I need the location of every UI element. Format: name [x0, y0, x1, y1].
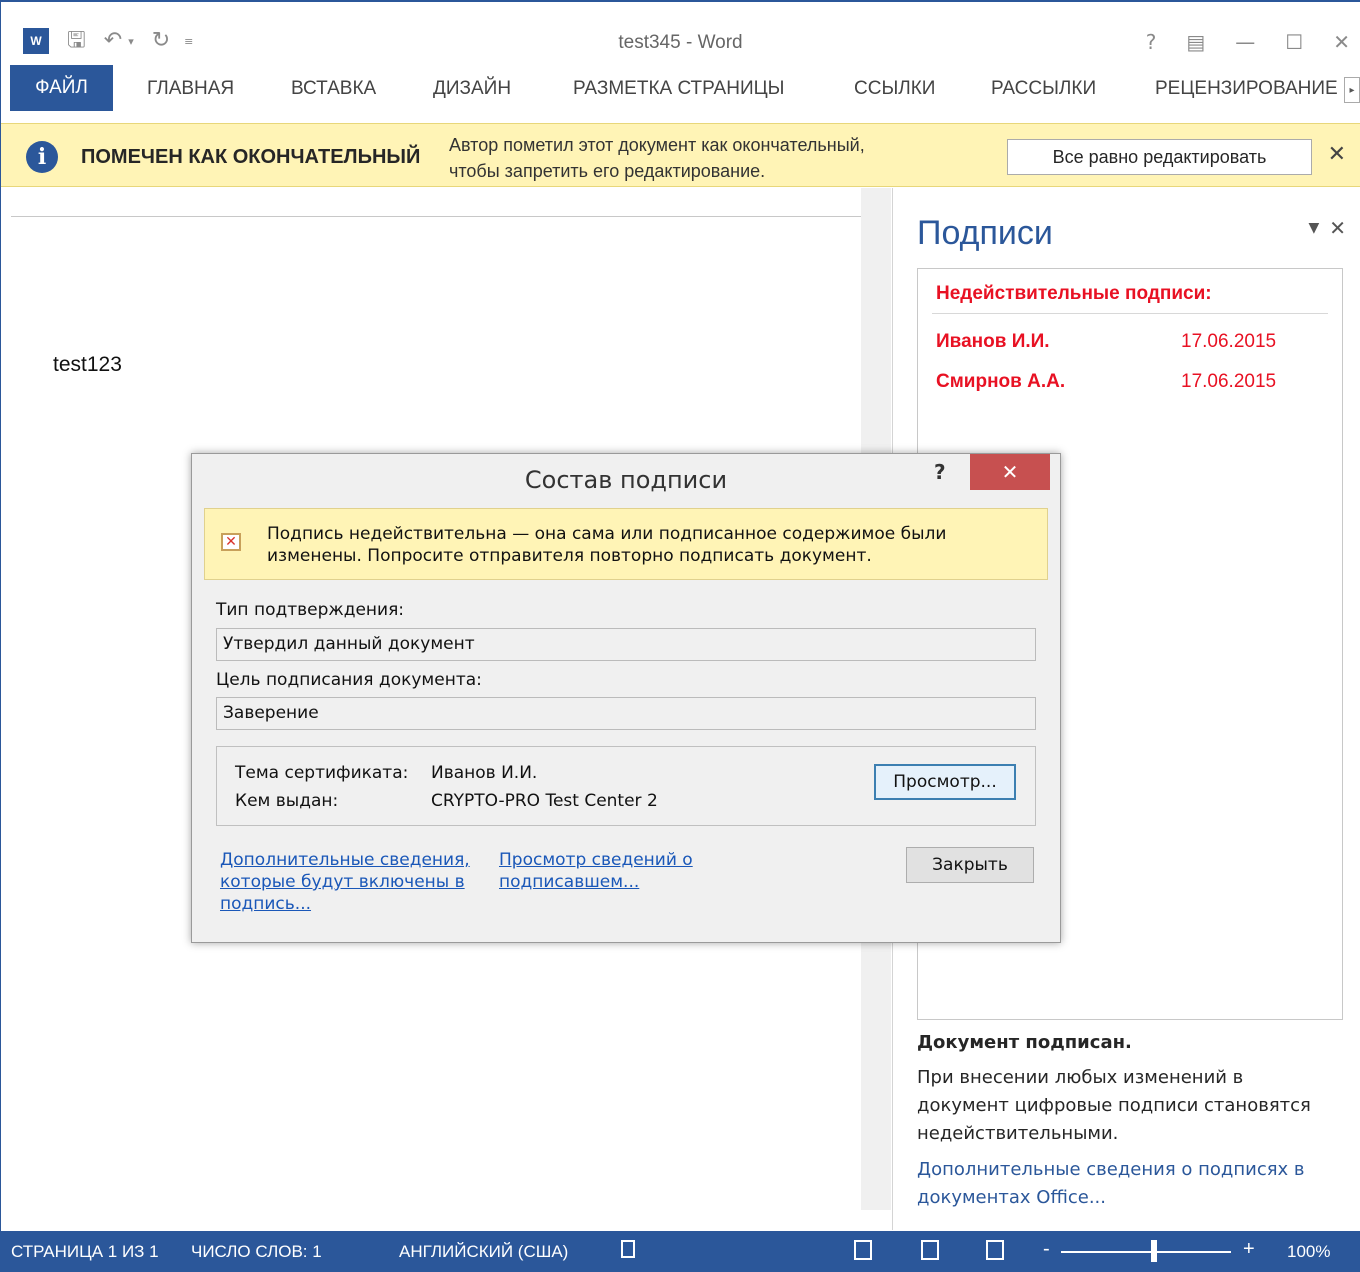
pane-options-icon[interactable]: ▼	[1308, 220, 1319, 240]
close-button[interactable]: Закрыть	[906, 847, 1034, 883]
signature-details-dialog: Состав подписи ? ✕ ✕ Подпись недействите…	[191, 453, 1061, 943]
message-bar: i ПОМЕЧЕН КАК ОКОНЧАТЕЛЬНЫЙ Автор помети…	[1, 123, 1360, 187]
message-bar-close-icon[interactable]: ✕	[1328, 142, 1346, 167]
view-certificate-button[interactable]: Просмотр...	[874, 764, 1016, 800]
commitment-type-label: Тип подтверждения:	[216, 600, 405, 620]
message-bar-text: Автор пометил этот документ как окончате…	[449, 132, 969, 184]
tab-insert[interactable]: ВСТАВКА	[291, 65, 376, 113]
read-mode-icon[interactable]	[854, 1240, 872, 1260]
message-bar-text-line1: Автор пометил этот документ как окончате…	[449, 135, 865, 155]
print-layout-icon[interactable]	[921, 1240, 939, 1260]
divider	[932, 313, 1328, 314]
window-controls: ? ▤ — ☐ ✕	[1146, 30, 1350, 54]
ribbon-tabs: ФАЙЛ ГЛАВНАЯ ВСТАВКА ДИЗАЙН РАЗМЕТКА СТР…	[1, 65, 1360, 113]
certificate-subject-label: Тема сертификата:	[235, 763, 409, 783]
signing-purpose-label: Цель подписания документа:	[216, 670, 482, 690]
title-bar: W 🖫 ↶ ▾ ↻ ≡ test345 - Word ? ▤ — ☐ ✕	[1, 2, 1360, 60]
tab-home[interactable]: ГЛАВНАЯ	[147, 65, 234, 113]
certificate-issuer-value: CRYPTO-PRO Test Center 2	[431, 791, 658, 811]
macro-record-icon[interactable]	[621, 1240, 635, 1258]
zoom-out-button[interactable]: -	[1043, 1238, 1050, 1261]
warning-text: Подпись недействительна — она сама или п…	[267, 524, 947, 566]
signature-name: Смирнов А.А.	[936, 371, 1066, 392]
pane-info-text: При внесении любых изменений в документ …	[917, 1067, 1311, 1144]
tab-design[interactable]: ДИЗАЙН	[433, 65, 511, 113]
signatures-pane-title: Подписи	[917, 214, 1053, 252]
help-icon[interactable]: ?	[1146, 30, 1157, 54]
tab-file[interactable]: ФАЙЛ	[10, 65, 113, 111]
edit-anyway-button[interactable]: Все равно редактировать	[1007, 139, 1312, 175]
pane-controls: ▼ ✕	[1308, 216, 1346, 240]
pane-close-icon[interactable]: ✕	[1329, 216, 1346, 240]
invalid-signature-icon: ✕	[221, 533, 241, 551]
tab-scroll-right-icon[interactable]: ▸	[1344, 77, 1360, 103]
commitment-type-field[interactable]: Утвердил данный документ	[216, 628, 1036, 661]
dialog-help-icon[interactable]: ?	[934, 460, 946, 484]
web-layout-icon[interactable]	[986, 1240, 1004, 1260]
minimize-icon[interactable]: —	[1235, 30, 1255, 54]
invalid-signature-warning: ✕ Подпись недействительна — она сама или…	[204, 508, 1048, 580]
restore-ribbon-icon[interactable]: ▤	[1186, 30, 1205, 54]
document-text[interactable]: test123	[53, 353, 122, 377]
certificate-subject-value: Иванов И.И.	[431, 763, 538, 783]
zoom-level[interactable]: 100%	[1287, 1242, 1330, 1262]
message-bar-title: ПОМЕЧЕН КАК ОКОНЧАТЕЛЬНЫЙ	[81, 146, 421, 168]
tab-page-layout[interactable]: РАЗМЕТКА СТРАНИЦЫ	[573, 65, 785, 113]
dialog-close-icon[interactable]: ✕	[970, 454, 1050, 490]
maximize-icon[interactable]: ☐	[1285, 30, 1303, 54]
signatures-help-link[interactable]: Дополнительные сведения о подписях в док…	[917, 1156, 1337, 1212]
tab-mailings[interactable]: РАССЫЛКИ	[991, 65, 1096, 113]
zoom-slider-thumb[interactable]	[1151, 1240, 1157, 1262]
signature-date: 17.06.2015	[1181, 371, 1277, 392]
signing-purpose-field[interactable]: Заверение	[216, 697, 1036, 730]
signature-date: 17.06.2015	[1181, 331, 1277, 352]
certificate-issuer-label: Кем выдан:	[235, 791, 339, 811]
signature-name: Иванов И.И.	[936, 331, 1050, 352]
message-bar-text-line2: чтобы запретить его редактирование.	[449, 161, 766, 181]
close-icon[interactable]: ✕	[1333, 30, 1350, 54]
zoom-slider[interactable]	[1061, 1251, 1231, 1253]
tab-review[interactable]: РЕЦЕНЗИРОВАНИЕ	[1155, 65, 1338, 113]
page-count[interactable]: СТРАНИЦА 1 ИЗ 1	[11, 1242, 159, 1262]
additional-info-link[interactable]: Дополнительные сведения, которые будут в…	[220, 849, 470, 915]
dialog-title: Состав подписи	[524, 466, 728, 494]
page-top-edge	[11, 216, 861, 217]
word-count[interactable]: ЧИСЛО СЛОВ: 1	[191, 1242, 322, 1262]
zoom-in-button[interactable]: +	[1243, 1238, 1255, 1261]
invalid-signatures-header: Недействительные подписи:	[936, 283, 1212, 304]
language-status[interactable]: АНГЛИЙСКИЙ (США)	[399, 1242, 568, 1262]
signer-info-link[interactable]: Просмотр сведений о подписавшем...	[499, 849, 719, 893]
status-bar: СТРАНИЦА 1 ИЗ 1 ЧИСЛО СЛОВ: 1 АНГЛИЙСКИЙ…	[1, 1231, 1360, 1272]
info-icon: i	[26, 141, 58, 173]
pane-info-title: Документ подписан.	[917, 1032, 1132, 1053]
tab-references[interactable]: ССЫЛКИ	[854, 65, 935, 113]
